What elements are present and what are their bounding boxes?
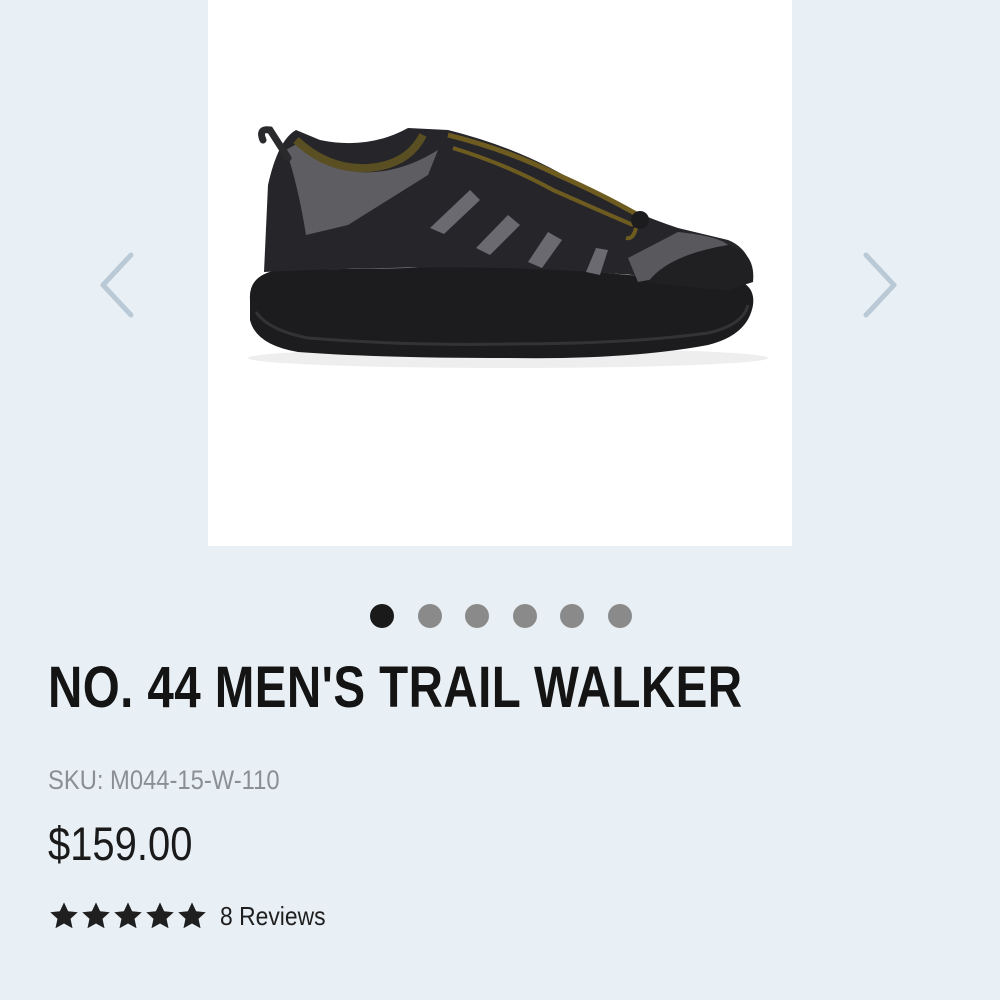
carousel-dot-5[interactable] <box>560 604 584 628</box>
star-icon <box>82 902 110 929</box>
product-rating[interactable]: 8 Reviews <box>48 896 340 936</box>
product-page: NO. 44 MEN'S TRAIL WALKER SKU: M044-15-W… <box>0 0 1000 1000</box>
chevron-left-icon <box>100 252 134 318</box>
carousel-dot-3[interactable] <box>465 604 489 628</box>
star-rating <box>48 900 208 932</box>
reviews-link[interactable]: 8 Reviews <box>220 901 326 932</box>
star-icon <box>50 902 78 929</box>
carousel-dot-6[interactable] <box>607 604 632 628</box>
carousel-pagination <box>370 604 632 628</box>
star-icon <box>146 902 174 929</box>
product-image[interactable] <box>208 0 792 546</box>
carousel-next-button[interactable] <box>858 250 902 320</box>
carousel-dot-1[interactable] <box>370 604 394 628</box>
chevron-right-icon <box>863 252 897 318</box>
carousel-prev-button[interactable] <box>95 250 139 320</box>
star-icon <box>114 902 142 929</box>
product-title: NO. 44 MEN'S TRAIL WALKER <box>48 655 743 720</box>
star-icon <box>178 902 206 929</box>
carousel-dot-4[interactable] <box>512 604 537 628</box>
carousel-dot-2[interactable] <box>417 604 442 628</box>
product-sku: SKU: M044-15-W-110 <box>48 765 280 795</box>
product-price: $159.00 <box>48 817 193 870</box>
shoe-image <box>248 126 768 368</box>
